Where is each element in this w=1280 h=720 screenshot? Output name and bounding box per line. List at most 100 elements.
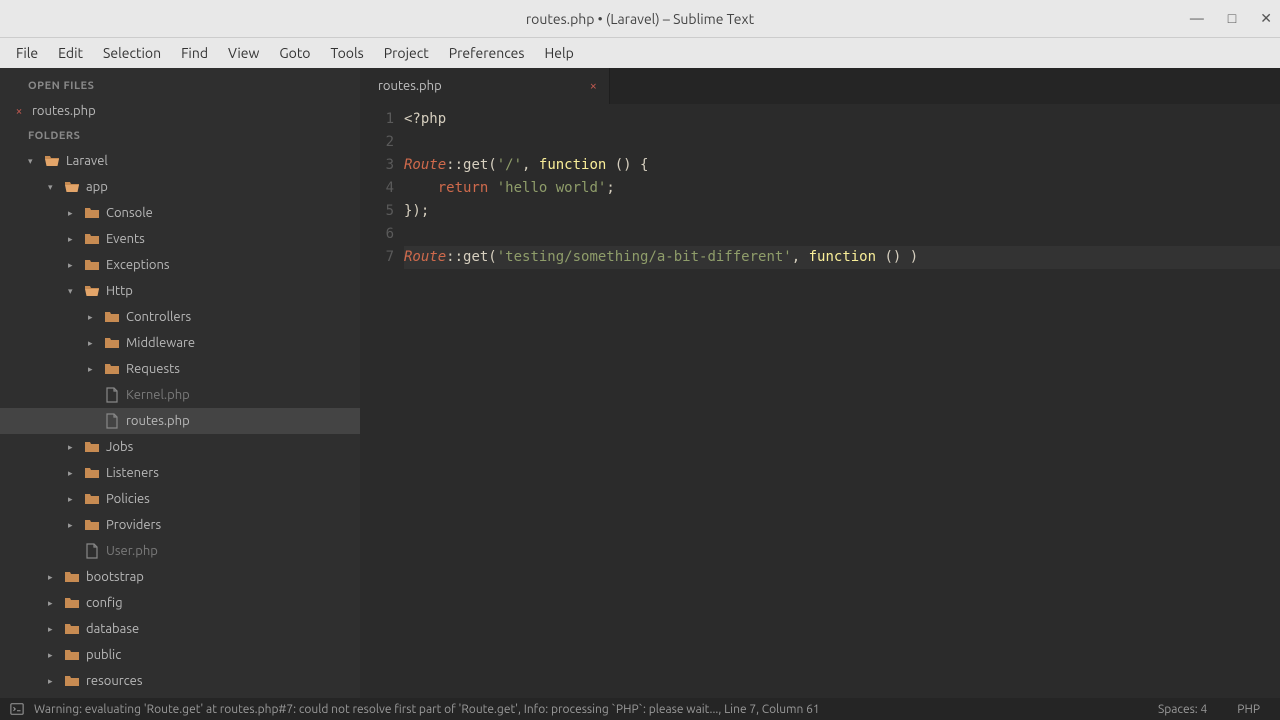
folder-row[interactable]: ▾ app [0, 174, 360, 200]
console-icon[interactable] [10, 702, 24, 716]
tree-label: Console [106, 206, 153, 220]
code-line[interactable]: return 'hello world'; [404, 177, 1280, 200]
folder-row[interactable]: ▸Policies [0, 486, 360, 512]
menu-goto[interactable]: Goto [271, 41, 318, 65]
folder-row[interactable]: ▸ Requests [0, 356, 360, 382]
tree-label: Http [106, 284, 133, 298]
tree-label: Controllers [126, 310, 191, 324]
folder-icon [84, 517, 100, 533]
chevron-icon[interactable]: ▸ [68, 234, 78, 245]
tree-label: config [86, 596, 123, 610]
tree-label: bootstrap [86, 570, 144, 584]
folder-icon [104, 309, 120, 325]
chevron-icon[interactable]: ▸ [48, 676, 58, 687]
file-row[interactable]: routes.php [0, 408, 360, 434]
tab-strip: routes.php × [360, 68, 1280, 104]
chevron-icon[interactable]: ▸ [88, 338, 98, 349]
code-area[interactable]: 1234567 <?phpRoute::get('/', function ()… [360, 104, 1280, 698]
folder-row[interactable]: ▸ config [0, 590, 360, 616]
folder-open-icon [84, 283, 100, 299]
tree-label: Laravel [66, 154, 108, 168]
file-icon [104, 387, 120, 403]
folder-row[interactable]: ▸Exceptions [0, 252, 360, 278]
folder-icon [64, 673, 80, 689]
tree-label: Requests [126, 362, 180, 376]
folder-row[interactable]: ▾ Http [0, 278, 360, 304]
code-line[interactable]: }); [404, 200, 1280, 223]
chevron-icon[interactable]: ▾ [48, 182, 58, 193]
close-window-button[interactable]: ✕ [1260, 10, 1272, 27]
file-icon [84, 543, 100, 559]
code-line[interactable] [404, 131, 1280, 154]
folder-row[interactable]: ▸ Console [0, 200, 360, 226]
folder-icon [84, 257, 100, 273]
status-language[interactable]: PHP [1227, 703, 1270, 716]
code[interactable]: <?phpRoute::get('/', function () { retur… [404, 108, 1280, 698]
chevron-icon[interactable]: ▸ [68, 442, 78, 453]
chevron-icon[interactable]: ▸ [68, 494, 78, 505]
maximize-button[interactable]: □ [1228, 10, 1236, 27]
chevron-icon[interactable]: ▾ [28, 156, 38, 167]
tab-close-icon[interactable]: × [590, 79, 597, 93]
chevron-icon[interactable]: ▾ [68, 286, 78, 297]
code-line[interactable]: <?php [404, 108, 1280, 131]
code-line[interactable]: Route::get('testing/something/a-bit-diff… [404, 246, 1280, 269]
file-row[interactable]: User.php [0, 538, 360, 564]
line-number: 2 [360, 131, 394, 154]
chevron-icon[interactable]: ▸ [48, 624, 58, 635]
status-spaces[interactable]: Spaces: 4 [1148, 703, 1217, 716]
chevron-icon[interactable]: ▸ [88, 364, 98, 375]
folder-row[interactable]: ▸Events [0, 226, 360, 252]
line-number: 4 [360, 177, 394, 200]
menu-edit[interactable]: Edit [50, 41, 91, 65]
window-title: routes.php • (Laravel) – Sublime Text [526, 11, 754, 27]
chevron-icon[interactable]: ▸ [48, 572, 58, 583]
chevron-icon[interactable]: ▸ [68, 520, 78, 531]
tree-label: Kernel.php [126, 388, 190, 402]
editor-tab[interactable]: routes.php × [360, 68, 610, 104]
menu-project[interactable]: Project [376, 41, 437, 65]
minimize-button[interactable]: — [1190, 10, 1204, 27]
folder-row[interactable]: ▸ Controllers [0, 304, 360, 330]
menu-selection[interactable]: Selection [95, 41, 169, 65]
folder-row[interactable]: ▸ bootstrap [0, 564, 360, 590]
tree-label: Listeners [106, 466, 159, 480]
folder-row[interactable]: ▸database [0, 616, 360, 642]
folder-open-icon [64, 179, 80, 195]
code-line[interactable]: Route::get('/', function () { [404, 154, 1280, 177]
chevron-icon[interactable]: ▸ [88, 312, 98, 323]
menu-preferences[interactable]: Preferences [441, 41, 533, 65]
folder-row[interactable]: ▸public [0, 642, 360, 668]
folder-icon [84, 491, 100, 507]
chevron-icon[interactable]: ▸ [68, 208, 78, 219]
tree-label: resources [86, 674, 143, 688]
folder-icon [64, 595, 80, 611]
folder-row[interactable]: ▸Jobs [0, 434, 360, 460]
close-file-icon[interactable]: × [12, 105, 26, 118]
chevron-icon[interactable]: ▸ [48, 598, 58, 609]
tab-label: routes.php [378, 79, 442, 93]
chevron-icon[interactable]: ▸ [68, 260, 78, 271]
line-number: 5 [360, 200, 394, 223]
menu-view[interactable]: View [220, 41, 267, 65]
folder-row[interactable]: ▸Middleware [0, 330, 360, 356]
chevron-icon[interactable]: ▸ [68, 468, 78, 479]
folder-row[interactable]: ▸Providers [0, 512, 360, 538]
folder-row[interactable]: ▸ Listeners [0, 460, 360, 486]
code-line[interactable] [404, 223, 1280, 246]
folder-row[interactable]: ▾ Laravel [0, 148, 360, 174]
folder-icon [84, 439, 100, 455]
tree-label: app [86, 180, 108, 194]
menu-find[interactable]: Find [173, 41, 216, 65]
statusbar: Warning: evaluating 'Route.get' at route… [0, 698, 1280, 720]
editor: routes.php × 1234567 <?phpRoute::get('/',… [360, 68, 1280, 698]
menu-tools[interactable]: Tools [323, 41, 372, 65]
folder-icon [104, 361, 120, 377]
open-file[interactable]: ×routes.php [0, 98, 360, 124]
tree-label: routes.php [126, 414, 190, 428]
menu-help[interactable]: Help [536, 41, 581, 65]
chevron-icon[interactable]: ▸ [48, 650, 58, 661]
file-row[interactable]: Kernel.php [0, 382, 360, 408]
menu-file[interactable]: File [8, 41, 46, 65]
folder-row[interactable]: ▸ resources [0, 668, 360, 694]
